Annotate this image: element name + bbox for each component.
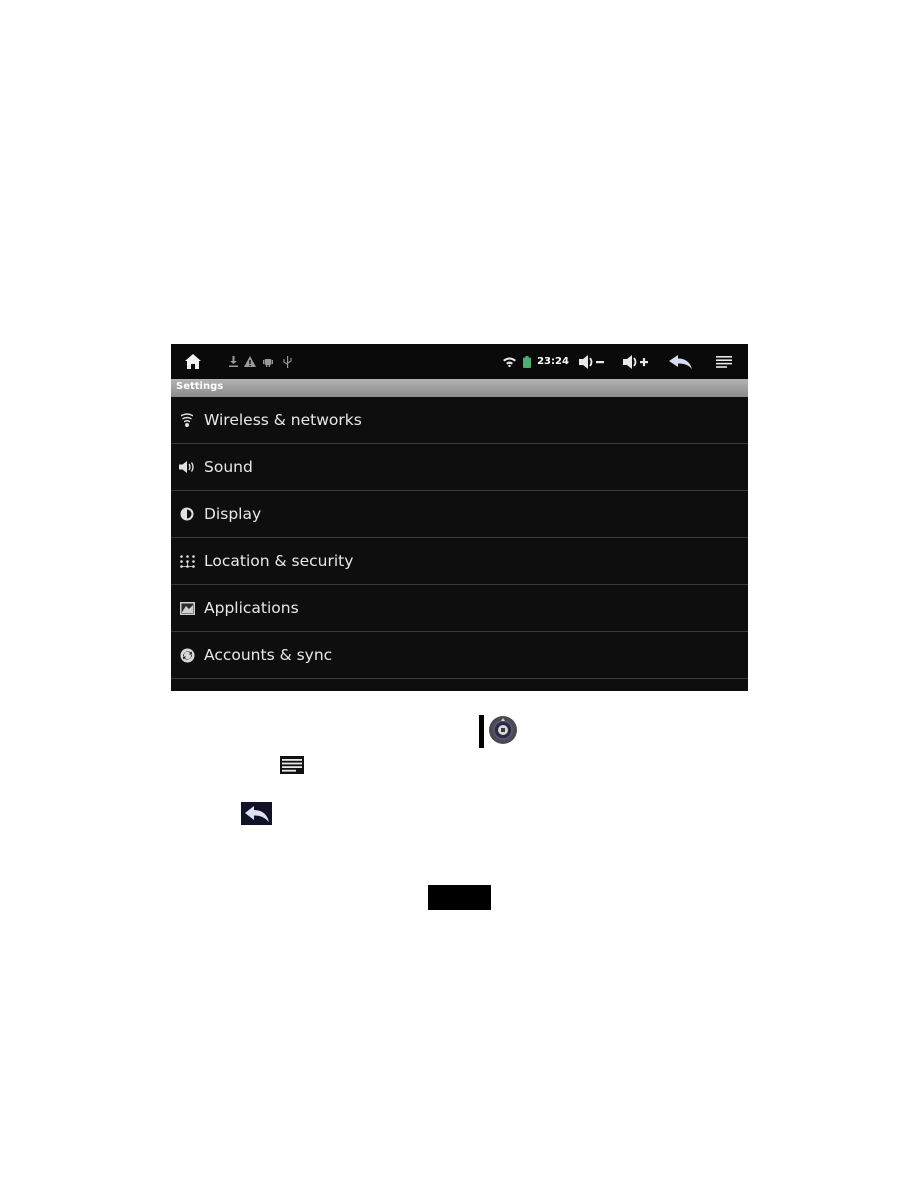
download-icon [227, 344, 239, 379]
divider-bar [479, 715, 484, 748]
settings-item-accounts-sync[interactable]: Accounts & sync [171, 632, 748, 679]
settings-item-location-security[interactable]: Location & security [171, 538, 748, 585]
speaker-icon [178, 458, 196, 476]
settings-item-sound[interactable]: Sound [171, 444, 748, 491]
volume-up-button[interactable] [621, 344, 651, 379]
home-icon[interactable] [183, 344, 203, 379]
page-title: Settings [176, 381, 224, 392]
clock: 23:24 [537, 356, 569, 367]
settings-item-display[interactable]: Display [171, 491, 748, 538]
settings-item-label: Location & security [204, 552, 354, 570]
menu-icon [716, 355, 732, 368]
redacted-box [428, 885, 491, 910]
settings-item-applications[interactable]: Applications [171, 585, 748, 632]
android-debug-icon [262, 344, 274, 379]
volume-up-icon [623, 354, 648, 369]
volume-down-icon [579, 354, 604, 369]
menu-button[interactable] [714, 344, 734, 379]
tablet-screen: 23:24 Settings Wireless & networks Sound [171, 344, 748, 691]
volume-down-button[interactable] [577, 344, 607, 379]
settings-item-wireless[interactable]: Wireless & networks [171, 397, 748, 444]
dpad-icon [488, 715, 518, 749]
battery-icon [521, 344, 533, 379]
sync-icon [178, 646, 196, 664]
settings-item-label: Accounts & sync [204, 646, 333, 664]
settings-item-label: Sound [204, 458, 253, 476]
settings-list: Wireless & networks Sound Display Locati… [171, 397, 748, 679]
settings-item-label: Wireless & networks [204, 411, 362, 429]
back-button[interactable] [667, 344, 695, 379]
wifi-icon [178, 411, 196, 429]
title-bar: Settings [171, 379, 748, 397]
brightness-icon [178, 505, 196, 523]
warning-icon [243, 344, 257, 379]
status-bar: 23:24 [171, 344, 748, 379]
location-grid-icon [178, 552, 196, 570]
menu-icon [280, 756, 304, 774]
usb-icon [281, 344, 293, 379]
applications-icon [178, 599, 196, 617]
back-icon [241, 802, 272, 825]
settings-item-label: Applications [204, 599, 299, 617]
settings-item-label: Display [204, 505, 262, 523]
back-icon [669, 354, 692, 369]
wifi-icon [501, 344, 517, 379]
